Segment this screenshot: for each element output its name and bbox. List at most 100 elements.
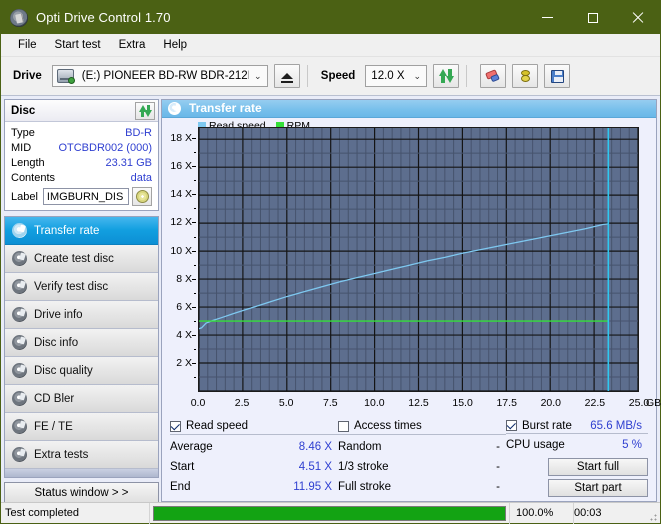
stat-row: Average 8.46 X [170, 437, 338, 457]
nav-filler [5, 469, 158, 477]
sidebar-item-create-test-disc[interactable]: Create test disc [5, 245, 158, 273]
menu-bar: File Start test Extra Help [1, 34, 660, 57]
chart-y-tick-minor [194, 349, 196, 351]
disc-panel: Disc Type BD-R MID OTCBDR002 (000) Lengt… [4, 99, 159, 211]
chart-x-tick-label: 12.5 [408, 396, 429, 409]
refresh-button[interactable] [433, 64, 460, 88]
chart-x-unit-label: GB [646, 396, 661, 409]
main-body: Disc Type BD-R MID OTCBDR002 (000) Lengt… [1, 96, 661, 504]
speed-select[interactable]: 12.0 X ⌄ [365, 65, 428, 87]
disc-icon [12, 279, 27, 294]
eject-button[interactable] [273, 64, 300, 88]
access-random-label: Random [338, 441, 382, 454]
chart-y-tick-minor [194, 264, 196, 266]
bug-button[interactable] [512, 64, 539, 88]
stats-read-speed: Read speed Average 8.46 X Start 4.51 X E… [170, 419, 338, 497]
disc-field-contents-label: Contents [11, 171, 56, 184]
disc-label-input[interactable]: IMGBURN_DIS [42, 188, 129, 205]
access-full-stroke-label: Full stroke [338, 481, 392, 494]
sidebar-item-drive-info[interactable]: Drive info [5, 301, 158, 329]
chart-y-tick [192, 278, 196, 280]
chart-x-tick-label: 2.5 [234, 396, 250, 409]
sidebar-item-disc-info[interactable]: Disc info [5, 329, 158, 357]
disc-icon [12, 419, 27, 434]
speed-label: Speed [320, 70, 356, 82]
minimize-button[interactable] [525, 1, 570, 34]
progress-bar [153, 505, 506, 521]
sidebar-item-verify-test-disc[interactable]: Verify test disc [5, 273, 158, 301]
disc-icon [12, 447, 27, 462]
disc-field-contents: Contents data [11, 170, 152, 185]
drive-label: Drive [13, 70, 42, 82]
status-window-button[interactable]: Status window > > [4, 482, 159, 504]
drive-select[interactable]: (E:) PIONEER BD-RW BDR-212M 1.00 ⌄ [51, 65, 268, 87]
sidebar-item-extra-tests[interactable]: Extra tests [5, 441, 158, 469]
sidebar-item-transfer-rate[interactable]: Transfer rate [5, 217, 158, 245]
start-part-button[interactable]: Start part [548, 478, 648, 497]
chart-y-tick-label: 18 X [170, 131, 192, 144]
transfer-rate-panel: Transfer rate Read speed RPM 2 X4 X6 X 8… [161, 99, 661, 502]
chart-y-tick-label: 4 X [176, 329, 192, 342]
sidebar-item-label: FE / TE [34, 420, 73, 433]
sidebar-item-label: CD Bler [34, 392, 75, 405]
chart-x-tick-label: 15.0 [452, 396, 473, 409]
chart-y-tick [192, 306, 196, 308]
read-speed-start-label: Start [170, 461, 195, 474]
cpu-usage-value: 5 % [622, 439, 642, 452]
disc-icon [135, 190, 149, 203]
toolbar: Drive (E:) PIONEER BD-RW BDR-212M 1.00 ⌄… [1, 57, 660, 96]
disc-refresh-button[interactable] [135, 101, 155, 120]
maximize-button[interactable] [570, 1, 615, 34]
burst-rate-checkbox[interactable] [506, 420, 517, 432]
burst-rate-label: Burst rate [522, 419, 572, 432]
toolbar-divider-1 [306, 65, 308, 87]
speed-select-value: 12.0 X [371, 70, 405, 82]
disc-label-button[interactable] [132, 187, 152, 206]
read-speed-header: Read speed [170, 419, 338, 436]
chart-x-tick-label: 0.0 [190, 396, 206, 409]
chevron-down-icon: ⌄ [413, 70, 422, 81]
disc-field-mid-label: MID [11, 141, 32, 154]
chart-y-tick-label: 6 X [176, 300, 192, 313]
sidebar-item-label: Create test disc [34, 252, 114, 265]
save-button[interactable] [544, 64, 571, 88]
access-third-stroke-value: - [496, 461, 500, 474]
disc-field-mid-value: OTCBDR002 (000) [58, 141, 152, 154]
menu-item-file[interactable]: File [9, 37, 46, 53]
chart-y-tick-minor [194, 151, 196, 153]
chart-y-tick-minor [194, 236, 196, 238]
read-speed-average-label: Average [170, 441, 213, 454]
access-times-header: Access times [338, 419, 506, 436]
chevron-down-icon: ⌄ [254, 70, 262, 81]
chart-y-tick [192, 194, 196, 196]
disc-icon [12, 307, 27, 322]
chart-y-tick [192, 363, 196, 365]
sidebar-item-cd-bler[interactable]: CD Bler [5, 385, 158, 413]
menu-item-help[interactable]: Help [154, 37, 196, 53]
close-button[interactable] [615, 1, 660, 34]
stats-burst-rate: Burst rate 65.6 MB/s CPU usage 5 % Start… [506, 419, 648, 497]
erase-button[interactable] [480, 64, 507, 88]
access-third-stroke-label: 1/3 stroke [338, 461, 389, 474]
disc-field-length-value: 23.31 GB [105, 156, 152, 169]
sidebar-item-disc-quality[interactable]: Disc quality [5, 357, 158, 385]
nav-list: Transfer rate Create test disc Verify te… [4, 216, 159, 478]
chart-y-tick-label: 14 X [170, 188, 192, 201]
sidebar-item-label: Transfer rate [34, 224, 100, 237]
sidebar-item-fe-te[interactable]: FE / TE [5, 413, 158, 441]
access-times-checkbox[interactable] [338, 420, 349, 432]
sidebar-item-label: Drive info [34, 308, 83, 321]
read-speed-checkbox[interactable] [170, 420, 181, 432]
start-full-button[interactable]: Start full [548, 457, 648, 476]
menu-item-start-test[interactable]: Start test [46, 37, 110, 53]
menu-item-extra[interactable]: Extra [110, 37, 155, 53]
disc-field-mid: MID OTCBDR002 (000) [11, 140, 152, 155]
resize-grip[interactable] [646, 503, 660, 524]
read-speed-end-value: 11.95 X [293, 481, 332, 494]
title-bar: Opti Drive Control 1.70 [1, 1, 660, 34]
chart-y-tick [192, 335, 196, 337]
chart-y-tick [192, 222, 196, 224]
disc-icon [12, 251, 27, 266]
chart-y-tick [192, 250, 196, 252]
transfer-rate-chart: Read speed RPM 2 X4 X6 X8 X 10 X 12 X 14 X1… [162, 117, 661, 415]
